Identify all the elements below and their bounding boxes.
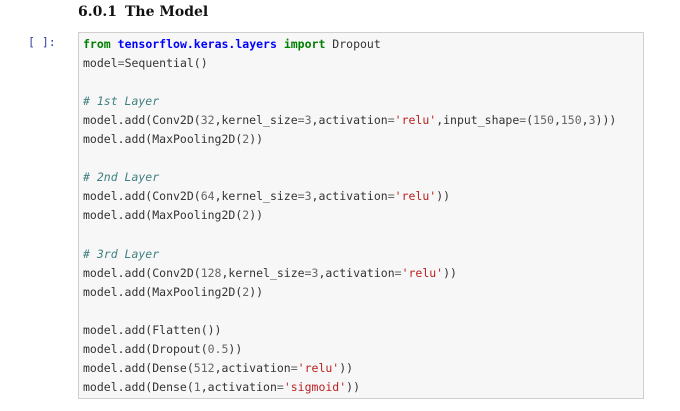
code-line: model.add(Conv2D(32,kernel_size=3,activa… [83,111,616,130]
code-token: model.add(Conv2D( [83,265,201,280]
code-token: )) [249,284,264,299]
code-token: = [387,189,395,204]
code-token: )) [228,341,243,356]
code-line: model.add(MaxPooling2D(2)) [83,206,616,225]
cell-prompt: [ ]: [28,35,56,49]
code-line: model.add(Conv2D(64,kernel_size=3,activa… [83,187,616,206]
code-token: 128 [200,265,222,280]
code-token: 0.5 [207,341,229,356]
code-token: model.add(MaxPooling2D( [83,208,243,223]
code-token: ,activation [311,113,388,128]
code-token: , [553,113,561,128]
code-token: = [290,360,298,375]
code-token: 3 [304,189,312,204]
code-token: ,kernel_size [214,189,298,204]
code-token: ))) [595,113,617,128]
code-token: model [83,56,118,71]
code-token: 'sigmoid' [283,379,347,394]
code-token: = [394,265,402,280]
code-token: ,kernel_size [221,265,305,280]
code-token: ,activation [200,379,277,394]
code-token: ,kernel_size [214,113,298,128]
code-token: = [387,113,395,128]
code-token: = [276,379,284,394]
code-line: model=Sequential() [83,54,616,73]
section-title: The Model [124,4,209,20]
code-token: ,activation [311,189,388,204]
code-token: model.add(Conv2D( [83,189,201,204]
code-cell[interactable]: from tensorflow.keras.layers import Drop… [78,32,644,399]
code-token: model.add(Conv2D( [83,113,201,128]
code-line: model.add(MaxPooling2D(2)) [83,283,616,302]
code-token: 512 [193,360,215,375]
code-line: from tensorflow.keras.layers import Drop… [83,35,616,54]
code-token: )) [436,189,451,204]
code-token: 'relu' [401,265,444,280]
code-token: 'relu' [394,189,437,204]
code-token: = [297,113,305,128]
code-line: # 1st Layer [83,92,616,111]
code-token: 3 [588,113,596,128]
code-line: model.add(Dense(1,activation='sigmoid')) [83,378,616,397]
code-token: 3 [304,113,312,128]
code-line: model.add(MaxPooling2D(2)) [83,130,616,149]
code-token: # 3rd Layer [83,246,160,261]
code-token: model.add(Flatten()) [83,322,222,337]
code-token: model.add(Dropout( [83,341,208,356]
code-token: model.add(Dense( [83,360,194,375]
code-token: 32 [200,113,215,128]
code-token: from [83,37,111,51]
code-token: )) [443,265,457,280]
code-token: Dropout [325,37,381,51]
code-token: Sequential() [124,56,208,71]
code-token: 'relu' [297,360,340,375]
code-line: model.add(Dropout(0.5)) [83,340,616,359]
code-token: )) [249,132,264,147]
code-token: 64 [200,189,215,204]
code-token: 150 [560,113,582,128]
code-token: 150 [533,113,554,128]
code-token: model.add(MaxPooling2D( [83,132,243,147]
code-token: model.add(Dense( [83,379,194,394]
section-number: 6.0.1 [78,4,117,20]
code-token: # 1st Layer [83,94,160,109]
code-line: model.add(Conv2D(128,kernel_size=3,activ… [83,264,616,283]
code-token: ,input_shape [436,113,520,128]
code-token: = [304,265,312,280]
section-heading: 6.0.1 The Model [78,4,208,20]
code-token: )) [339,360,354,375]
code-token: import [283,37,326,51]
code-token: # 2nd Layer [83,170,160,185]
code-token: )) [346,379,360,394]
code-line: model.add(Dense(512,activation='relu')) [83,359,616,378]
code-line: # 3rd Layer [83,245,616,264]
code-line: model.add(Flatten()) [83,321,616,340]
code-token: model.add(MaxPooling2D( [83,284,243,299]
code-token: 1 [193,379,201,394]
code-token: , [581,113,589,128]
code-token: = [117,56,125,71]
code-token: ,activation [214,360,291,375]
code-token: 'relu' [394,113,437,128]
code-line: # 2nd Layer [83,168,616,187]
code-token: )) [249,208,264,223]
code-token: ,activation [318,265,395,280]
code-token: tensorflow.keras.layers [117,37,277,51]
code-token: = [297,189,305,204]
code-editor[interactable]: from tensorflow.keras.layers import Drop… [83,35,616,397]
